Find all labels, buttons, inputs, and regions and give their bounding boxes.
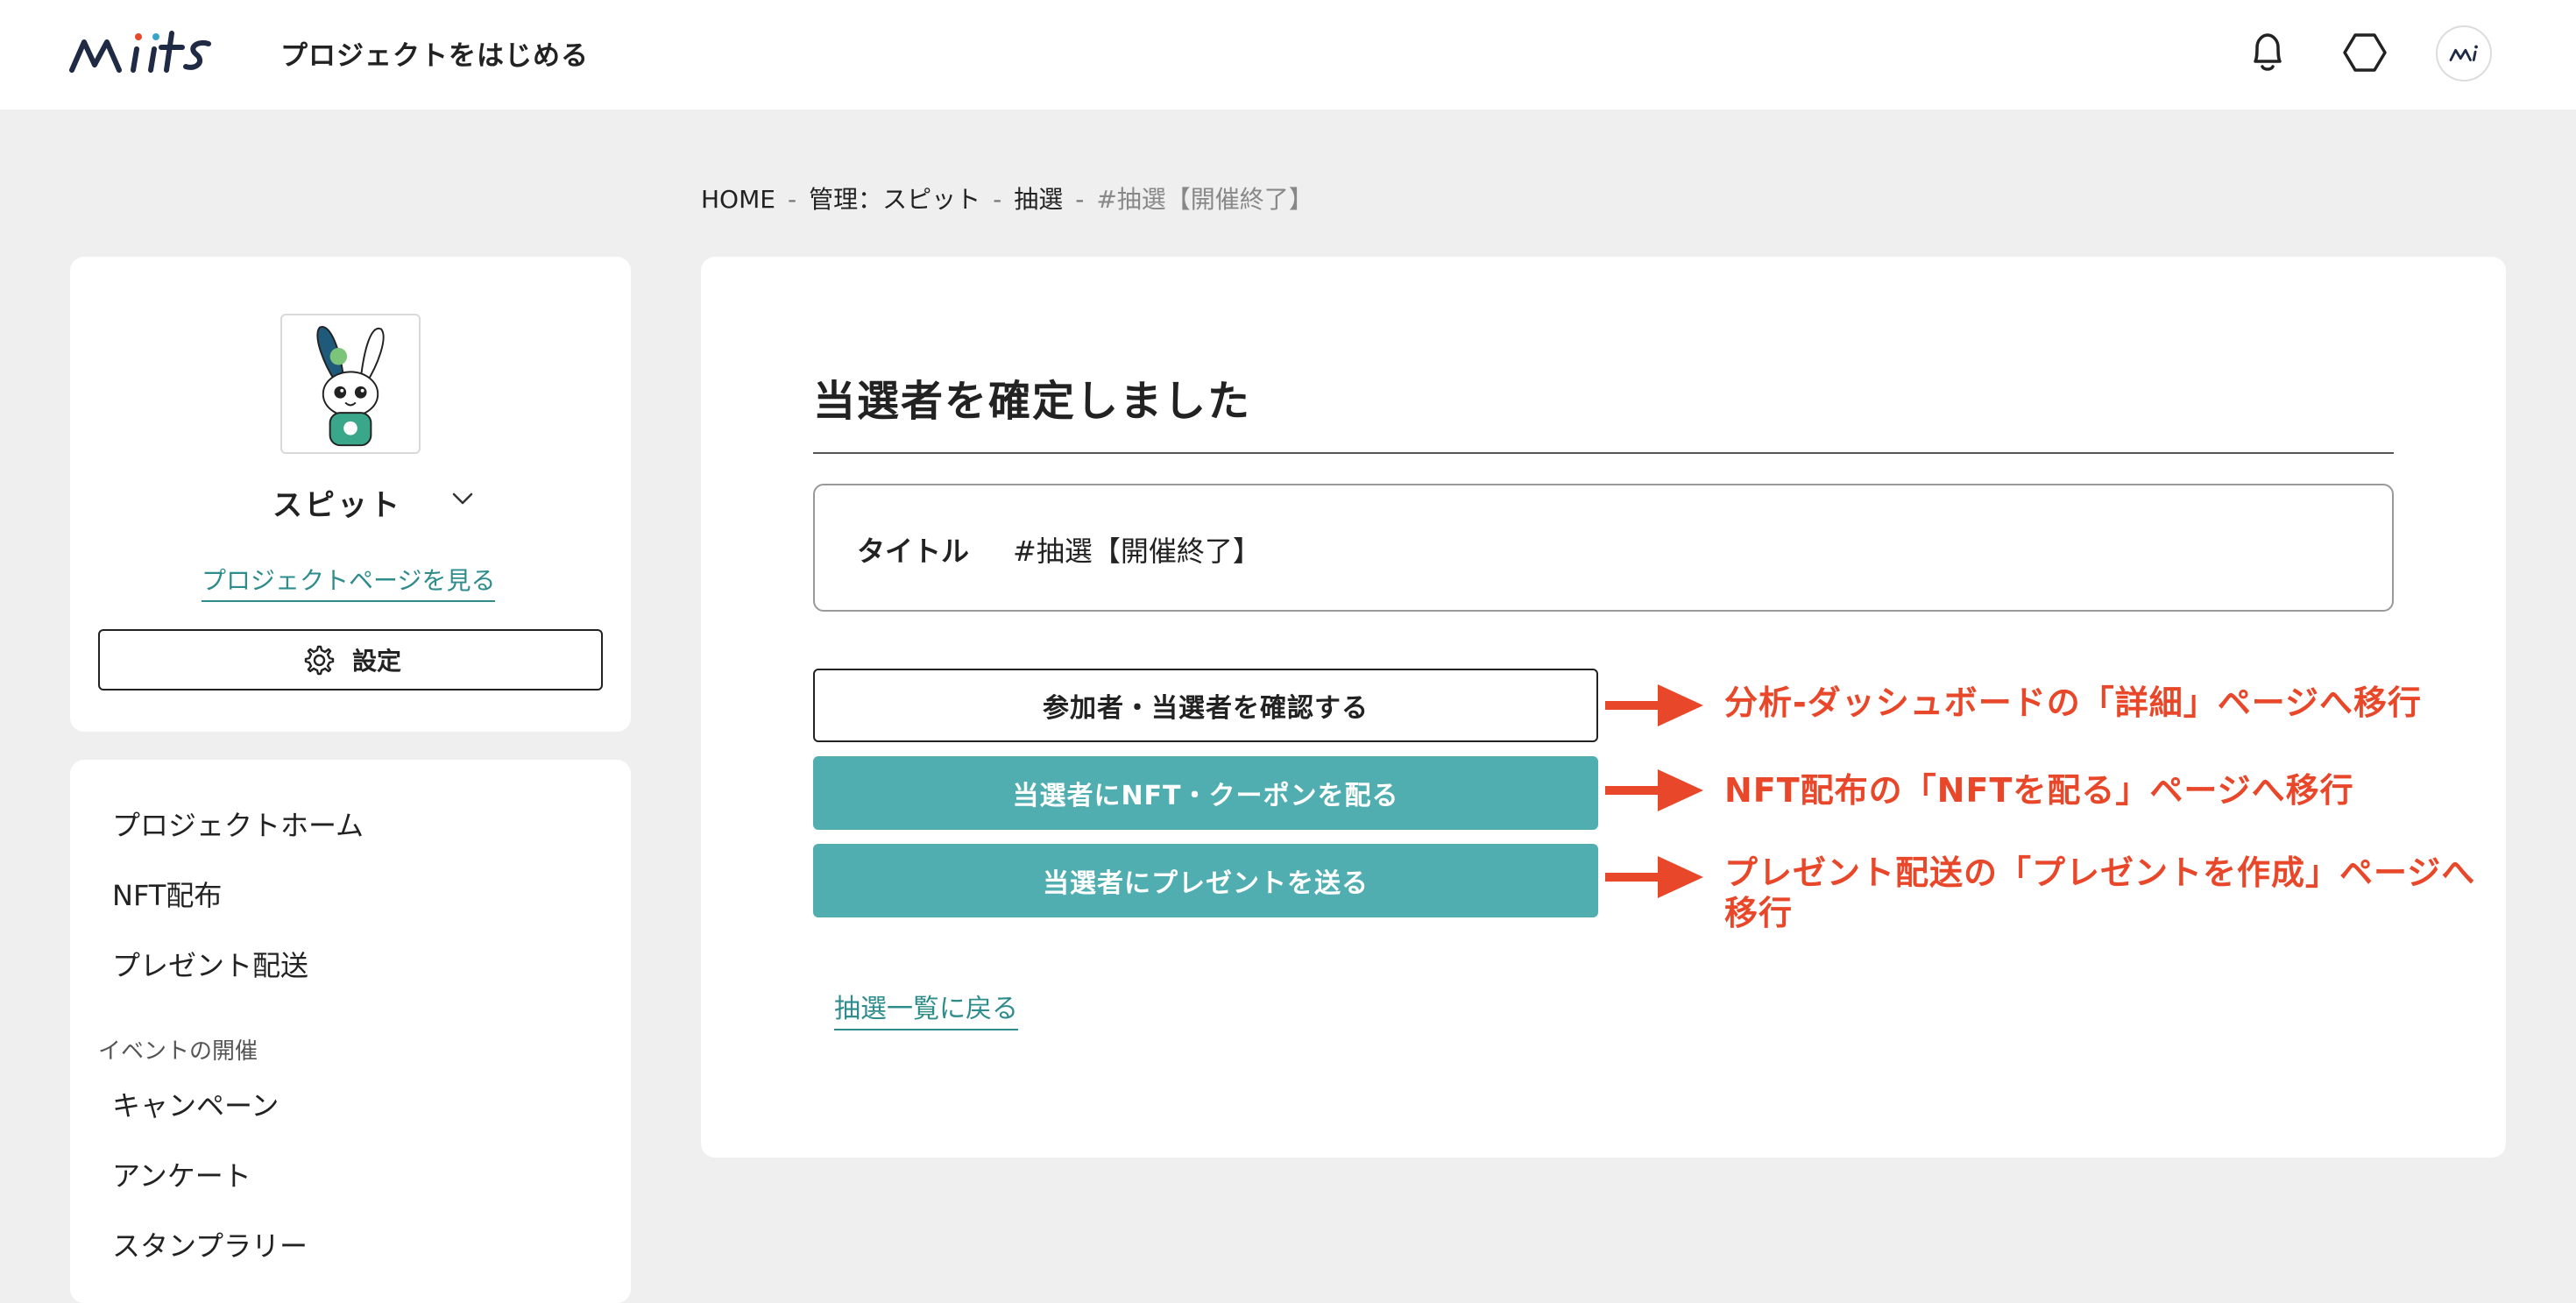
breadcrumb-manage[interactable]: 管理：スピット (809, 185, 980, 214)
chevron-down-icon[interactable] (447, 483, 478, 514)
annotation-text: 分析-ダッシュボードの「詳細」ページへ移行 (1724, 683, 2423, 722)
title-divider (813, 452, 2394, 454)
info-value: #抽選【開催終了】 (1013, 535, 1261, 568)
avatar-logo-icon (2449, 45, 2478, 61)
sidebar-item-campaign[interactable]: キャンペーン (112, 1084, 279, 1124)
sidebar-item-stamp-rally[interactable]: スタンプラリー (112, 1224, 308, 1264)
project-page-link[interactable]: プロジェクトページを見る (202, 562, 496, 602)
sidebar-item-project-home[interactable]: プロジェクトホーム (112, 804, 364, 844)
annotation-text: プレゼント配送の「プレゼントを作成」ページへ (1724, 853, 2476, 892)
settings-label: 設定 (351, 647, 401, 676)
breadcrumb-separator: - (1075, 185, 1085, 214)
confirm-participants-button[interactable]: 参加者・当選者を確認する (813, 669, 1598, 742)
breadcrumb: HOME - 管理：スピット - 抽選 - #抽選【開催終了】 (701, 181, 1313, 216)
project-profile-card: スピット プロジェクトページを見る 設定 (70, 257, 631, 732)
settings-button[interactable]: 設定 (98, 629, 603, 690)
start-project-link[interactable]: プロジェクトをはじめる (280, 33, 589, 73)
distribute-nft-button[interactable]: 当選者にNFT・クーポンを配る (813, 756, 1598, 830)
breadcrumb-lottery[interactable]: 抽選 (1014, 185, 1063, 214)
annotation-arrow (1605, 684, 1703, 726)
gear-icon (304, 645, 335, 676)
sidebar-item-present[interactable]: プレゼント配送 (112, 944, 308, 984)
sidebar-item-nft[interactable]: NFT配布 (112, 874, 222, 914)
mits-logo[interactable] (68, 25, 214, 81)
sidebar-nav: プロジェクトホーム NFT配布 プレゼント配送 イベントの開催 キャンペーン ア… (70, 760, 631, 1303)
annotation-arrow (1605, 856, 1703, 898)
project-name[interactable]: スピット (272, 481, 402, 524)
page-title: 当選者を確定しました (813, 377, 1252, 426)
info-label: タイトル (857, 535, 970, 568)
breadcrumb-home[interactable]: HOME (701, 185, 775, 214)
annotation-text: NFT配布の「NFTを配る」ページへ移行 (1724, 771, 2354, 810)
top-header: プロジェクトをはじめる (0, 0, 2576, 110)
breadcrumb-current: #抽選【開催終了】 (1096, 185, 1313, 214)
sidebar-group-events: イベントの開催 (98, 1038, 258, 1065)
send-present-button[interactable]: 当選者にプレゼントを送る (813, 844, 1598, 917)
rabbit-mascot-icon (316, 326, 385, 447)
lottery-info-box: タイトル #抽選【開催終了】 (813, 484, 2394, 612)
back-to-lottery-list-link[interactable]: 抽選一覧に戻る (834, 987, 1018, 1030)
annotation-arrow (1605, 769, 1703, 811)
user-avatar[interactable] (2436, 25, 2492, 81)
breadcrumb-separator: - (787, 185, 797, 214)
project-image (280, 314, 421, 454)
breadcrumb-separator: - (993, 185, 1002, 214)
bell-icon[interactable] (2241, 26, 2294, 79)
sidebar-item-survey[interactable]: アンケート (112, 1154, 251, 1194)
annotation-text: 移行 (1724, 894, 1794, 932)
hexagon-icon[interactable] (2338, 26, 2390, 79)
